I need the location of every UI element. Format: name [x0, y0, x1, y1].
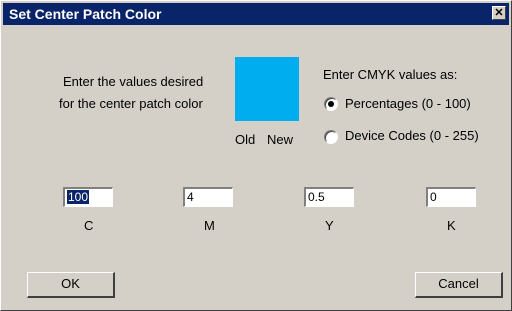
cyan-input[interactable]: 100	[63, 187, 113, 207]
color-patch-preview	[235, 57, 299, 121]
black-label: K	[447, 218, 456, 233]
yellow-input-value: 0.5	[308, 190, 325, 204]
cmyk-mode-heading: Enter CMYK values as:	[323, 67, 458, 82]
instruction-line-2: for the center patch color	[59, 96, 203, 111]
black-input[interactable]: 0	[426, 187, 476, 207]
close-icon: ✕	[494, 7, 504, 19]
ok-button[interactable]: OK	[27, 272, 115, 298]
cyan-label: C	[84, 218, 94, 233]
magenta-label: M	[204, 218, 215, 233]
set-center-patch-color-dialog: Set Center Patch Color ✕ Enter the value…	[0, 0, 512, 311]
black-input-value: 0	[430, 190, 437, 204]
cancel-button[interactable]: Cancel	[415, 272, 503, 298]
dialog-title: Set Center Patch Color	[9, 6, 162, 22]
yellow-label: Y	[325, 218, 334, 233]
magenta-input[interactable]: 4	[183, 187, 233, 207]
cyan-input-value: 100	[67, 190, 90, 204]
percentages-radio-label[interactable]: Percentages (0 - 100)	[345, 96, 471, 111]
close-button[interactable]: ✕	[492, 6, 506, 20]
device-codes-radio[interactable]	[324, 130, 338, 144]
instruction-line-1: Enter the values desired	[63, 74, 204, 89]
magenta-input-value: 4	[187, 190, 194, 204]
device-codes-radio-label[interactable]: Device Codes (0 - 255)	[345, 128, 479, 143]
new-label: New	[267, 132, 294, 147]
yellow-input[interactable]: 0.5	[304, 187, 354, 207]
old-label: Old	[235, 132, 256, 147]
percentages-radio[interactable]	[324, 97, 338, 111]
title-bar[interactable]: Set Center Patch Color ✕	[3, 3, 509, 25]
radio-selected-dot	[328, 101, 334, 107]
